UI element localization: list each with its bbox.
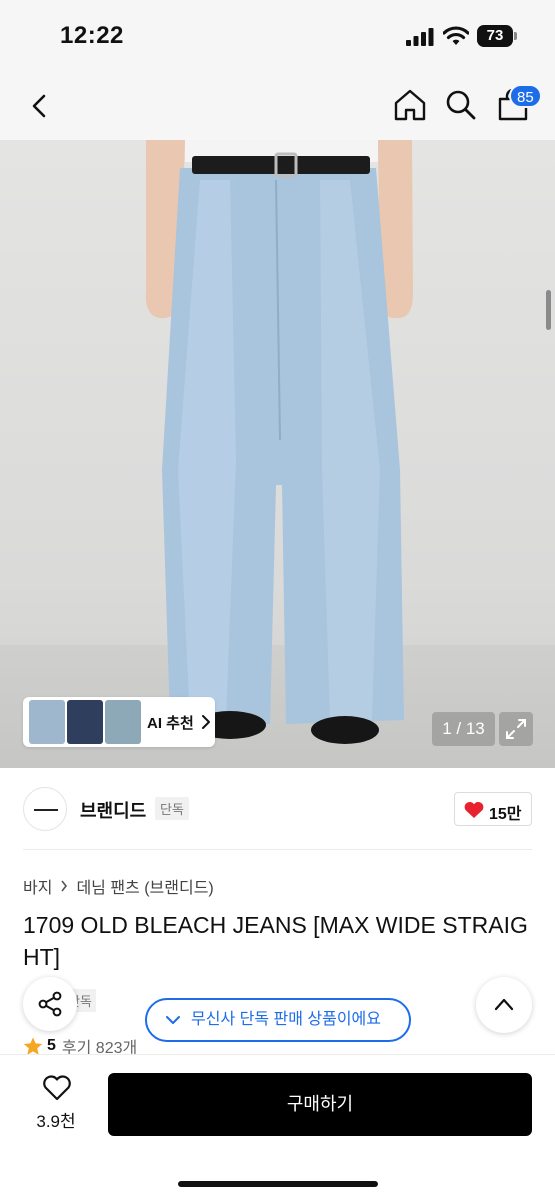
- battery-icon: 73: [477, 25, 517, 47]
- cart-badge: 85: [509, 84, 542, 108]
- chevron-up-icon: [494, 998, 514, 1011]
- review-count[interactable]: 후기 823개: [62, 1036, 137, 1056]
- wishlist-count: 3.9천: [36, 1112, 76, 1131]
- image-counter: 1 / 13: [432, 712, 495, 746]
- brand-like-count: 15만: [489, 806, 522, 823]
- thumbnail-1[interactable]: [29, 700, 65, 744]
- exclusive-notice-text: 무신사 단독 판매 상품이에요: [191, 1011, 381, 1028]
- check-icon: [166, 1016, 180, 1024]
- battery-tip: [514, 32, 517, 40]
- search-icon[interactable]: [445, 88, 477, 122]
- exclusive-notice: 무신사 단독 판매 상품이에요: [145, 998, 411, 1042]
- chevron-right-icon: [61, 880, 68, 892]
- ai-recommend-label: AI 추천: [147, 715, 194, 732]
- jeans-photo: [145, 140, 414, 744]
- home-icon[interactable]: [393, 88, 427, 122]
- ai-recommend-button[interactable]: AI 추천: [23, 697, 215, 747]
- wifi-icon: [443, 26, 469, 45]
- product-title: 1709 OLD BLEACH JEANS [MAX WIDE STRAIGHT…: [23, 912, 528, 970]
- brand-logo[interactable]: [23, 787, 67, 831]
- brand-logo-mark: [34, 809, 58, 811]
- thumbnail-3[interactable]: [105, 700, 141, 744]
- scroll-indicator[interactable]: [546, 290, 551, 330]
- wishlist-button[interactable]: 3.9천: [20, 1073, 92, 1137]
- product-image[interactable]: [0, 140, 555, 768]
- breadcrumb-item-denim[interactable]: 데님 팬츠 (브랜디드): [76, 874, 213, 898]
- signal-icon: [406, 28, 434, 46]
- share-button[interactable]: [23, 977, 77, 1031]
- back-icon[interactable]: [26, 90, 54, 122]
- divider: [23, 849, 532, 850]
- star-icon: [23, 1037, 43, 1055]
- status-bar: 12:22 73: [0, 0, 555, 72]
- rating-score: 5: [47, 1037, 56, 1054]
- breadcrumb-item-pants[interactable]: 바지: [23, 874, 52, 898]
- heart-filled-icon: [464, 801, 484, 818]
- bottom-bar: 3.9천 구매하기: [0, 1054, 555, 1200]
- expand-icon: [506, 719, 526, 739]
- breadcrumb: 바지 데님 팬츠 (브랜디드): [23, 874, 214, 898]
- chevron-right-icon: [202, 715, 210, 729]
- heart-outline-icon: [43, 1075, 71, 1101]
- brand-exclusive-tag: 단독: [155, 797, 189, 820]
- share-icon: [38, 991, 62, 1017]
- nav-bar: [0, 72, 555, 140]
- status-time: 12:22: [60, 22, 124, 49]
- home-indicator: [178, 1181, 378, 1187]
- brand-like-button[interactable]: 15만: [454, 792, 532, 826]
- buy-button[interactable]: 구매하기: [108, 1073, 532, 1136]
- brand-name[interactable]: 브랜디드: [80, 797, 146, 823]
- expand-button[interactable]: [499, 712, 533, 746]
- rating-row[interactable]: 5 후기 823개: [23, 1036, 137, 1056]
- battery-level: 73: [477, 25, 513, 47]
- thumbnail-2[interactable]: [67, 700, 103, 744]
- scroll-top-button[interactable]: [476, 977, 532, 1033]
